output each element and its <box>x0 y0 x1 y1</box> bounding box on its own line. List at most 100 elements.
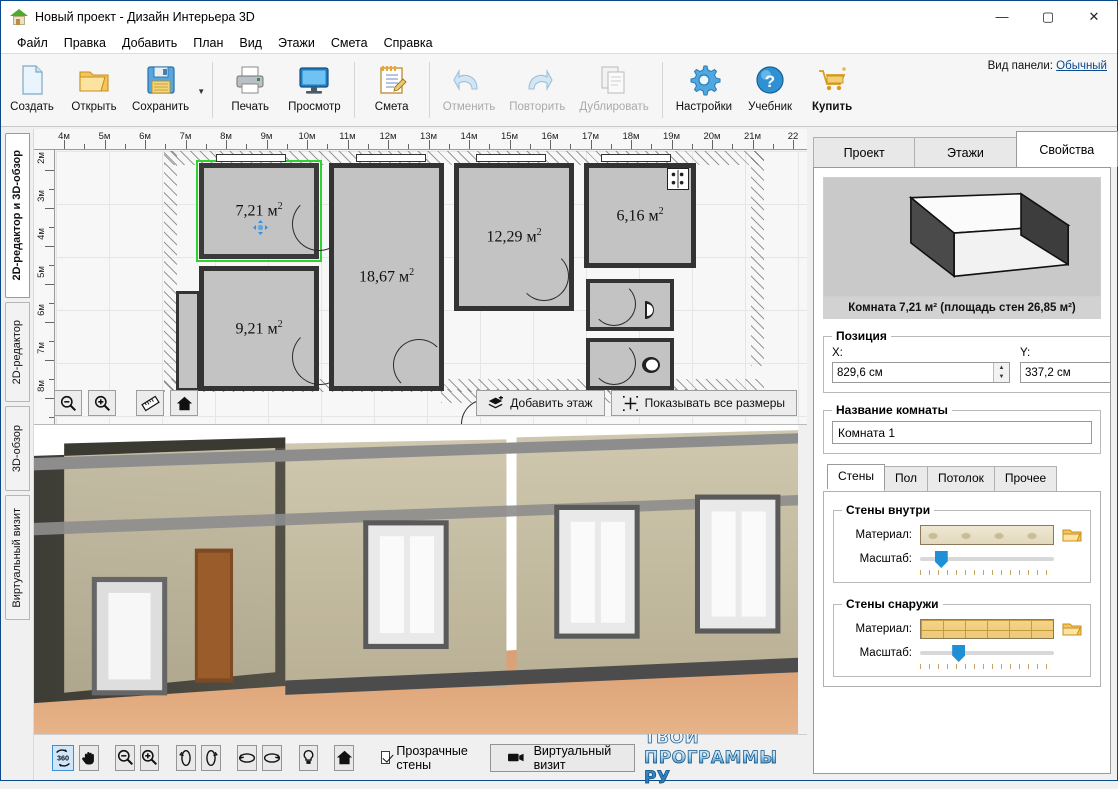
position-x-spinner[interactable]: ▲▼ <box>832 362 1010 383</box>
tab-properties[interactable]: Свойства <box>1015 131 1118 167</box>
ruler-v-label: 6м <box>36 304 47 316</box>
main-area: 2D-редактор и 3D-обзор 2D-редактор 3D-об… <box>1 129 1118 788</box>
ruler-tick <box>104 140 106 149</box>
tab-ceiling[interactable]: Потолок <box>927 466 995 491</box>
turn-right-icon[interactable] <box>262 744 283 771</box>
panel-view-value[interactable]: Обычный <box>1056 60 1107 72</box>
add-floor-button[interactable]: Добавить этаж <box>476 390 605 416</box>
undo-button[interactable]: Отменить <box>436 58 503 124</box>
pan-hand-icon[interactable] <box>79 744 99 771</box>
ruler-tick <box>84 144 86 149</box>
sidebar-item-virtual-visit[interactable]: Виртуальный визит <box>4 495 30 620</box>
ruler-v-label: 2м <box>36 152 47 164</box>
tab-floors[interactable]: Этажи <box>914 137 1017 167</box>
ruler-v-label: 3м <box>36 190 47 202</box>
sidebar-item-3d-view[interactable]: 3D-обзор <box>4 406 30 491</box>
save-dropdown-arrow[interactable]: ▼ <box>196 58 206 124</box>
tab-walls[interactable]: Стены <box>827 464 885 489</box>
zoom-out-icon[interactable] <box>54 390 82 416</box>
position-y-input[interactable] <box>1021 363 1110 382</box>
new-button[interactable]: Создать <box>1 58 63 124</box>
help-question-icon: ? <box>753 63 787 97</box>
orbit-360-icon[interactable]: 360 <box>52 744 74 771</box>
duplicate-button[interactable]: Дублировать <box>572 58 655 124</box>
3d-viewport[interactable] <box>34 425 798 734</box>
3d-view[interactable] <box>34 424 807 734</box>
room-area-label: 12,29 м2 <box>486 227 542 246</box>
buy-button[interactable]: Купить <box>801 58 863 124</box>
spin-down-icon[interactable]: ▼ <box>994 373 1009 383</box>
menu-item-edit[interactable]: Правка <box>56 34 114 52</box>
slider-thumb[interactable] <box>934 551 948 568</box>
menu-item-view[interactable]: Вид <box>231 34 270 52</box>
room-area-label: 6,16 м2 <box>616 205 664 225</box>
open-folder-icon[interactable] <box>1062 621 1082 637</box>
spinner-arrows[interactable]: ▲ ▼ <box>993 363 1009 382</box>
3d-scrollbar[interactable] <box>798 425 807 734</box>
close-button[interactable]: ✕ <box>1071 1 1117 32</box>
zoom-out-icon[interactable] <box>115 744 135 771</box>
turn-left-icon[interactable] <box>237 744 258 771</box>
estimate-button[interactable]: Смета <box>361 58 423 124</box>
estimate-notepad-icon <box>375 63 409 97</box>
ruler-tick <box>509 140 511 149</box>
menu-item-help[interactable]: Справка <box>376 34 441 52</box>
home-icon[interactable] <box>170 390 198 416</box>
menu-item-add[interactable]: Добавить <box>114 34 185 52</box>
tab-floor[interactable]: Пол <box>883 466 928 491</box>
plan-canvas[interactable]: 7,21 м2 9,21 м2 18,67 м2 12,29 м2 6,16 м… <box>56 151 807 424</box>
walls-outside-material-swatch[interactable] <box>920 619 1054 639</box>
ruler-icon[interactable] <box>136 390 164 416</box>
ruler-tick <box>49 265 54 266</box>
ruler-tick <box>327 144 329 149</box>
walls-inside-material-swatch[interactable] <box>920 525 1054 545</box>
open-folder-icon[interactable] <box>1062 527 1082 543</box>
tutorial-button-label: Учебник <box>748 101 793 113</box>
settings-button[interactable]: Настройки <box>669 58 739 124</box>
plan-actions: Добавить этаж Показывать все размеры <box>476 390 797 416</box>
minimize-button[interactable]: — <box>979 1 1025 32</box>
zoom-in-icon[interactable] <box>139 744 160 771</box>
virtual-visit-button[interactable]: Виртуальный визит <box>490 743 635 772</box>
menu-item-plan[interactable]: План <box>185 34 231 52</box>
transparent-walls-checkbox[interactable]: Прозрачные стены <box>380 744 471 772</box>
redo-button[interactable]: Повторить <box>502 58 572 124</box>
room-center-marker[interactable] <box>253 220 268 235</box>
zoom-in-icon[interactable] <box>88 390 116 416</box>
rotate-left-icon[interactable] <box>175 744 196 771</box>
walls-inside-scale-slider[interactable] <box>920 549 1054 575</box>
floor-plan-editor[interactable]: 4м 5м 6м 7м 8м 9м 10м 11м 12м 13м 14м 15м 16м 17м 18м 1… <box>34 129 807 424</box>
menu-item-file[interactable]: Файл <box>9 34 56 52</box>
stove-symbol[interactable] <box>667 168 689 190</box>
slider-thumb[interactable] <box>952 645 966 662</box>
spin-up-icon[interactable]: ▲ <box>994 363 1009 373</box>
rotate-right-icon[interactable] <box>200 744 221 771</box>
tutorial-button[interactable]: ? Учебник <box>739 58 801 124</box>
sidebar-item-2d-editor[interactable]: 2D-редактор <box>4 302 30 402</box>
maximize-button[interactable]: ▢ <box>1025 1 1071 32</box>
menu-item-floors[interactable]: Этажи <box>270 34 323 52</box>
save-button[interactable]: Сохранить <box>125 58 196 124</box>
home-icon[interactable] <box>334 744 354 771</box>
window-symbol <box>601 154 671 162</box>
room-name-input[interactable] <box>832 421 1092 444</box>
walls-outside-scale-slider[interactable] <box>920 643 1054 669</box>
print-button[interactable]: Печать <box>219 58 281 124</box>
light-bulb-icon[interactable] <box>298 744 319 771</box>
preview-button[interactable]: Просмотр <box>281 58 348 124</box>
ruler-tick <box>570 144 572 149</box>
tab-project[interactable]: Проект <box>813 137 916 167</box>
position-y-spinner[interactable]: ▲▼ <box>1020 362 1110 383</box>
ruler-v-label: 5м <box>36 266 47 278</box>
tab-properties-label: Свойства <box>1039 142 1095 157</box>
show-dimensions-button[interactable]: Показывать все размеры <box>610 390 797 416</box>
video-camera-icon <box>508 753 524 762</box>
checkbox-box[interactable] <box>380 751 391 764</box>
walls-outside-material-label: Материал: <box>855 623 912 635</box>
window-controls: — ▢ ✕ <box>979 1 1117 32</box>
open-button[interactable]: Открыть <box>63 58 125 124</box>
tab-other[interactable]: Прочее <box>993 466 1058 491</box>
position-x-input[interactable] <box>833 363 993 382</box>
sidebar-item-2d-and-3d[interactable]: 2D-редактор и 3D-обзор <box>4 133 30 298</box>
menu-item-estimate[interactable]: Смета <box>323 34 376 52</box>
